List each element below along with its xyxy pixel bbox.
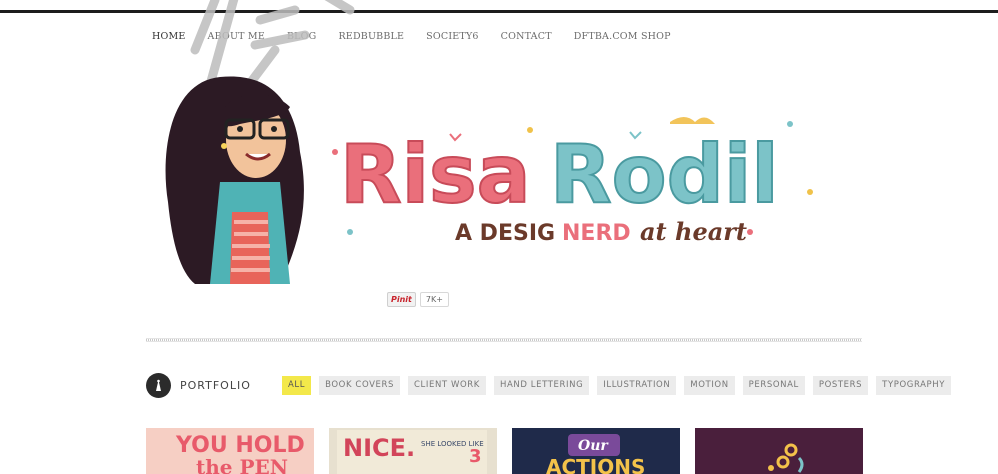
svg-text:3: 3 xyxy=(469,446,482,467)
tagline-rest: at heart xyxy=(640,217,747,246)
logo: Risa Rodil xyxy=(339,127,780,222)
filter-book-covers[interactable]: BOOK COVERS xyxy=(319,376,400,395)
portfolio-title: PORTFOLIO xyxy=(180,379,251,392)
avatar-illustration xyxy=(165,76,304,285)
portfolio-thumb[interactable]: Our ACTIONS xyxy=(512,428,680,474)
nav-society6[interactable]: SOCIETY6 xyxy=(426,31,479,47)
portfolio-icon xyxy=(146,373,171,398)
filter-illustration[interactable]: ILLUSTRATION xyxy=(597,376,677,395)
nav-blog[interactable]: BLOG xyxy=(287,31,316,47)
pinit-widget: Pinit 7K+ xyxy=(387,292,449,307)
top-bar xyxy=(0,0,998,13)
filter-personal[interactable]: PERSONAL xyxy=(742,376,805,395)
nav-redbubble[interactable]: REDBUBBLE xyxy=(338,31,404,47)
portfolio-header: PORTFOLIO xyxy=(146,373,251,398)
filter-typography[interactable]: TYPOGRAPHY xyxy=(876,376,952,395)
main-nav: HOME ABOUT ME BLOG REDBUBBLE SOCIETY6 CO… xyxy=(152,31,693,47)
thumb-text-b: ACTIONS xyxy=(546,455,645,474)
thumb-text-a: NICE. xyxy=(343,434,415,462)
nav-about-me[interactable]: ABOUT ME xyxy=(208,31,265,47)
filter-posters[interactable]: POSTERS xyxy=(812,376,869,395)
tagline: A DESIG NERD at heart xyxy=(455,217,747,246)
portfolio-thumb[interactable]: NICE. SHE LOOKED LIKE 3 xyxy=(329,428,497,474)
portfolio-filters: ALL BOOK COVERS CLIENT WORK HAND LETTERI… xyxy=(282,376,959,395)
thumb-text-b: the PEN xyxy=(196,455,288,474)
header-banner: Risa Rodil A DESIG NERD at heart xyxy=(150,62,850,292)
pinit-button[interactable]: Pinit xyxy=(387,292,416,307)
nav-home[interactable]: HOME xyxy=(152,31,186,47)
filter-all[interactable]: ALL xyxy=(282,376,312,395)
logo-last-name: Rodil xyxy=(550,128,779,221)
tagline-nerd: NERD xyxy=(562,221,631,246)
portfolio-thumb[interactable] xyxy=(695,428,863,474)
pinit-count: 7K+ xyxy=(419,292,449,307)
logo-first-name: Risa xyxy=(340,128,531,221)
filter-motion[interactable]: MOTION xyxy=(684,376,735,395)
section-divider xyxy=(146,338,862,342)
tagline-a: A DESIG xyxy=(455,221,555,246)
filter-client-work[interactable]: CLIENT WORK xyxy=(408,376,486,395)
nav-dftba-shop[interactable]: DFTBA.COM SHOP xyxy=(574,31,671,47)
header-illustration: Risa Rodil A DESIG NERD at heart xyxy=(165,76,813,285)
portfolio-thumb[interactable]: YOU HOLD the PEN xyxy=(146,428,314,474)
nav-contact[interactable]: CONTACT xyxy=(501,31,552,47)
thumb-text-a: Our xyxy=(578,438,609,454)
filter-hand-lettering[interactable]: HAND LETTERING xyxy=(493,376,590,395)
